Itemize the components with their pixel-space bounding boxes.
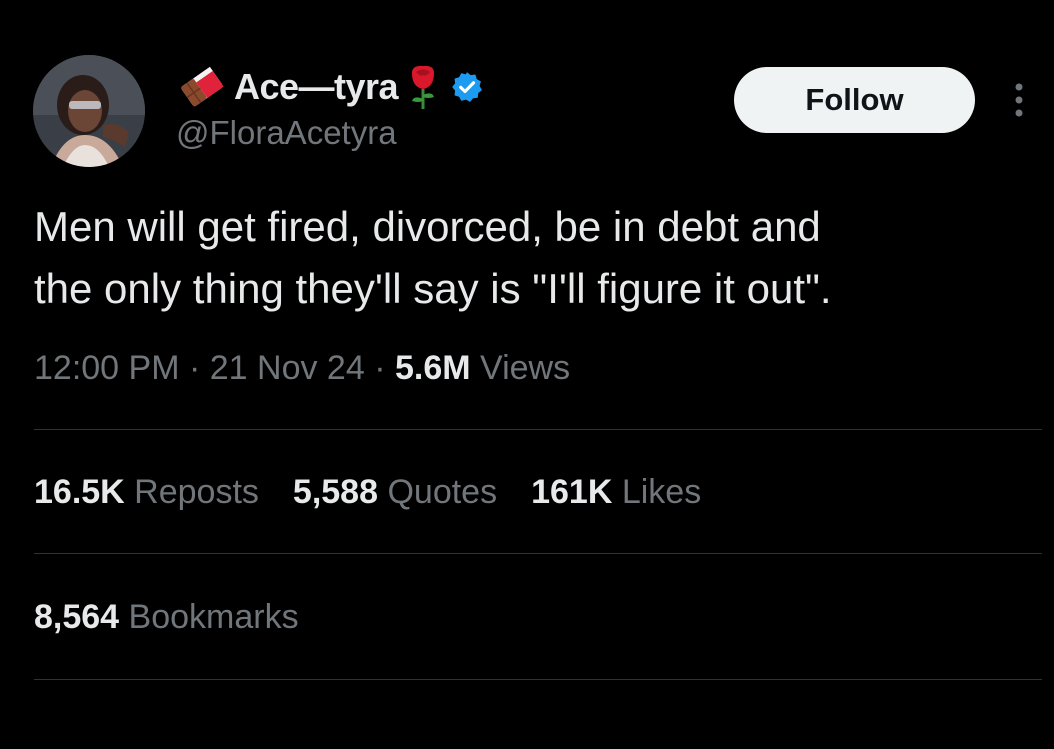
quotes-label: Quotes	[378, 473, 498, 511]
avatar[interactable]	[33, 55, 145, 167]
more-vertical-icon[interactable]	[1006, 80, 1032, 120]
tweet-meta: 12:00 PM · 21 Nov 24 · 5.6M Views	[34, 349, 570, 388]
tweet-date[interactable]: 21 Nov 24	[210, 349, 365, 387]
meta-separator: ·	[364, 349, 395, 387]
views-label: Views	[470, 349, 571, 387]
divider	[34, 679, 1042, 680]
tweet-text-line-1: Men will get fired, divorced, be in debt…	[34, 203, 821, 250]
reposts-count: 16.5K	[34, 473, 125, 511]
quotes-stat[interactable]: 5,588 Quotes	[293, 473, 497, 512]
display-name[interactable]: Ace—tyra	[234, 66, 399, 108]
author-info[interactable]: Ace—tyra @FloraAcetyra	[176, 62, 484, 162]
bookmarks-label: Bookmarks	[119, 598, 299, 636]
verified-badge-icon	[452, 72, 482, 102]
user-handle[interactable]: @FloraAcetyra	[176, 114, 484, 152]
rose-icon	[412, 65, 435, 109]
bookmarks-count: 8,564	[34, 598, 120, 636]
reposts-label: Reposts	[124, 473, 259, 511]
tweet-text: Men will get fired, divorced, be in debt…	[34, 196, 1034, 320]
chocolate-bar-icon	[181, 66, 224, 107]
tweet-detail: Ace—tyra @FloraAcetyra Follow Men will g…	[0, 0, 1054, 749]
likes-label: Likes	[612, 473, 702, 511]
tweet-time[interactable]: 12:00 PM	[34, 349, 180, 387]
likes-count: 161K	[531, 473, 613, 511]
follow-button[interactable]: Follow	[734, 67, 975, 133]
engagement-stats: 16.5K Reposts 5,588 Quotes 161K Likes	[34, 473, 735, 512]
quotes-count: 5,588	[292, 473, 379, 511]
meta-separator: ·	[179, 349, 210, 387]
views-count: 5.6M	[394, 349, 471, 387]
divider	[34, 553, 1042, 554]
tweet-text-line-2: the only thing they'll say is "I'll figu…	[34, 265, 832, 312]
reposts-stat[interactable]: 16.5K Reposts	[34, 473, 259, 512]
bookmarks-stat[interactable]: 8,564 Bookmarks	[34, 598, 299, 637]
divider	[34, 429, 1042, 430]
profile-photo-icon	[33, 55, 145, 167]
likes-stat[interactable]: 161K Likes	[531, 473, 701, 512]
name-row: Ace—tyra	[176, 62, 484, 112]
